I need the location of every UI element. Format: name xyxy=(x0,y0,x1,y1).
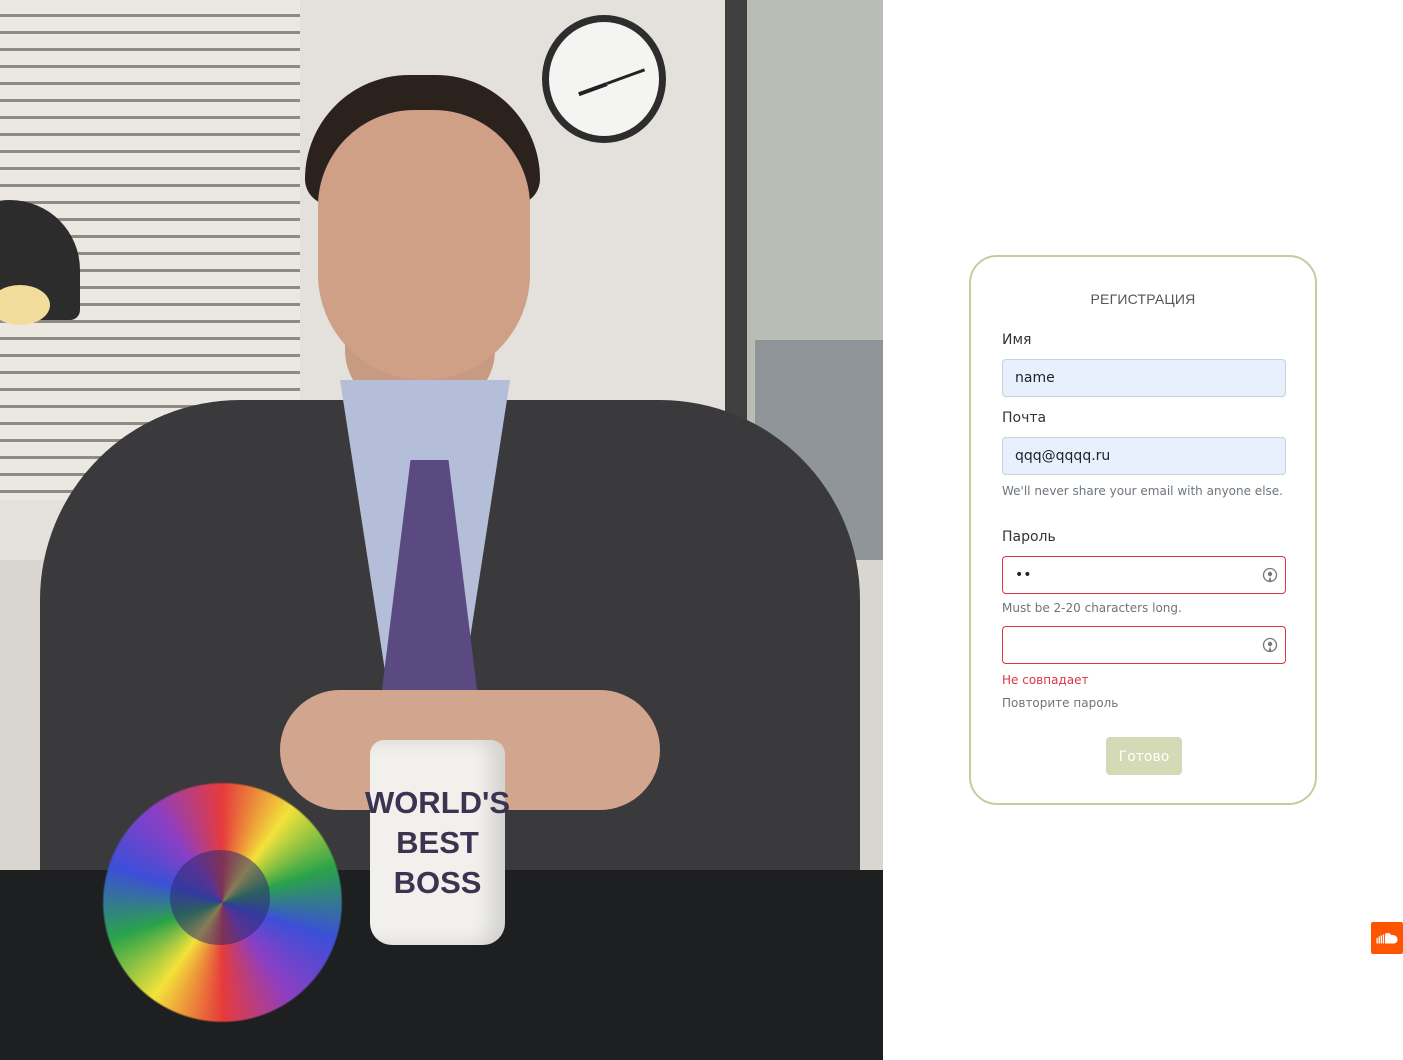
password-label: Пароль xyxy=(1002,529,1056,545)
password-input-value: •• xyxy=(1015,567,1032,583)
name-label: Имя xyxy=(1002,332,1032,348)
form-title: РЕГИСТРАЦИЯ xyxy=(1090,291,1196,307)
soundcloud-icon xyxy=(1376,932,1398,944)
eye-icon[interactable] xyxy=(1262,637,1278,653)
soundcloud-button[interactable] xyxy=(1371,922,1403,954)
email-input[interactable]: qqq@qqqq.ru xyxy=(1002,437,1286,475)
email-help: We'll never share your email with anyone… xyxy=(1002,484,1283,498)
email-input-value: qqq@qqqq.ru xyxy=(1015,448,1111,464)
mug-text: WORLD'S BEST BOSS xyxy=(364,784,511,900)
wall-clock xyxy=(542,15,666,143)
confirm-password-help: Повторите пароль xyxy=(1002,696,1119,710)
name-input-value: name xyxy=(1015,370,1055,386)
mug: WORLD'S BEST BOSS xyxy=(365,740,510,945)
name-input[interactable]: name xyxy=(1002,359,1286,397)
confirm-password-input[interactable] xyxy=(1002,626,1286,664)
password-input[interactable]: •• xyxy=(1002,556,1286,594)
submit-button[interactable]: Готово xyxy=(1106,737,1182,775)
email-label: Почта xyxy=(1002,410,1047,426)
toy-core xyxy=(170,850,270,945)
eye-icon[interactable] xyxy=(1262,567,1278,583)
hero-photo: WORLD'S BEST BOSS xyxy=(0,0,883,1060)
face xyxy=(318,110,530,380)
password-help: Must be 2-20 characters long. xyxy=(1002,601,1182,615)
registration-card: РЕГИСТРАЦИЯ Имя name Почта qqq@qqqq.ru W… xyxy=(969,255,1317,805)
confirm-password-error: Не совпадает xyxy=(1002,673,1089,687)
